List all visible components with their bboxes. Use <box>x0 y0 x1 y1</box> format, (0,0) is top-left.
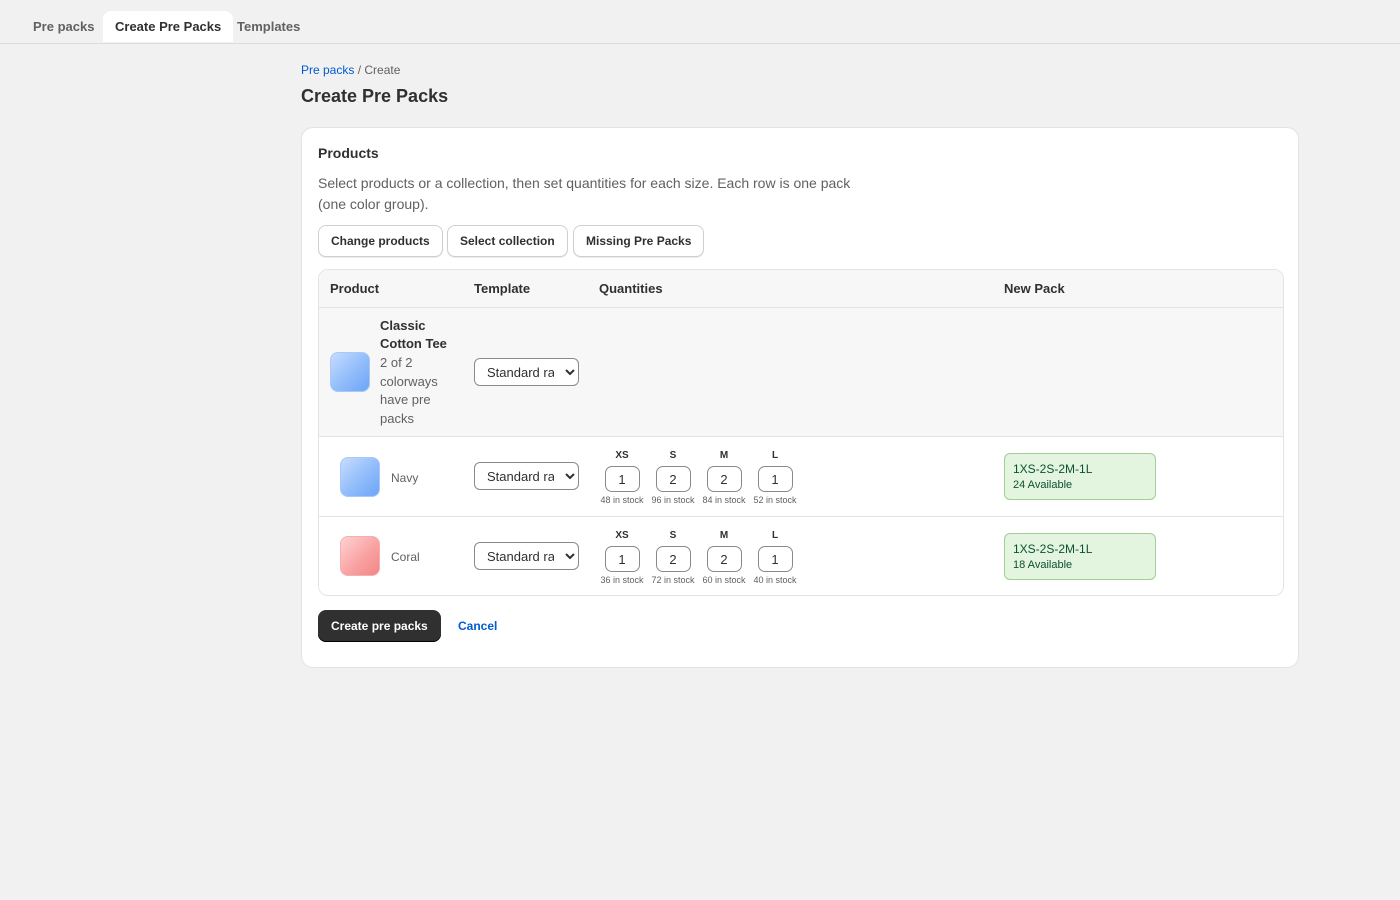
pack-code: 1XS-2S-2M-1L <box>1013 462 1093 476</box>
template-select-parent[interactable]: Standard ratio <box>474 358 579 386</box>
quantity-input-l[interactable] <box>757 546 793 572</box>
products-table: Product Template Quantities New Pack Cla… <box>318 269 1284 596</box>
table-header: Product Template Quantities New Pack <box>319 270 1283 308</box>
header-template: Template <box>474 281 531 296</box>
size-label: S <box>669 450 677 461</box>
quantity-input-m[interactable] <box>706 466 742 492</box>
tab-templates[interactable]: Templates <box>225 11 312 42</box>
quantity-input-s[interactable] <box>655 466 691 492</box>
new-pack-badge-coral: 1XS-2S-2M-1L 18 Available <box>1004 533 1156 580</box>
size-label: XS <box>615 450 629 461</box>
cancel-link[interactable]: Cancel <box>458 619 497 633</box>
qty-s-coral: S 72 in stock <box>648 529 698 585</box>
variant-name: Navy <box>391 471 419 485</box>
stock-count: 84 in stock <box>702 495 746 505</box>
size-label: M <box>719 450 729 461</box>
top-tab-bar: Pre packs Create Pre Packs Templates <box>0 0 1400 44</box>
table-row-variant-navy: Navy Standard ratio XS 48 in stock S 96 … <box>319 437 1283 517</box>
tab-create-pre-packs[interactable]: Create Pre Packs <box>103 11 234 42</box>
stock-count: 40 in stock <box>753 575 797 585</box>
product-name: Classic Cotton Tee <box>380 318 447 351</box>
table-row-parent: Classic Cotton Tee 2 of 2 colorways have… <box>319 308 1283 437</box>
variant-swatch-coral <box>340 536 380 576</box>
card-title: Products <box>318 145 379 161</box>
header-product: Product <box>330 281 380 296</box>
pack-availability: 24 Available <box>1013 479 1073 491</box>
qty-m-navy: M 84 in stock <box>699 449 749 505</box>
header-new-pack: New Pack <box>1004 281 1065 296</box>
qty-xs-coral: XS 36 in stock <box>597 529 647 585</box>
qty-m-coral: M 60 in stock <box>699 529 749 585</box>
table-row-variant-coral: Coral Standard ratio XS 36 in stock S 72… <box>319 517 1283 595</box>
tab-pre-packs[interactable]: Pre packs <box>21 11 106 42</box>
quantity-input-m[interactable] <box>706 546 742 572</box>
stock-count: 60 in stock <box>702 575 746 585</box>
product-colorway-status: 2 of 2 colorways have pre packs <box>380 355 438 426</box>
card-description: Select products or a collection, then se… <box>318 175 851 212</box>
pack-code: 1XS-2S-2M-1L <box>1013 542 1093 556</box>
breadcrumb-separator: / <box>354 63 365 77</box>
quantity-input-s[interactable] <box>655 546 691 572</box>
breadcrumb-link-pre-packs[interactable]: Pre packs <box>301 63 354 77</box>
change-products-button[interactable]: Change products <box>318 225 443 257</box>
qty-xs-navy: XS 48 in stock <box>597 449 647 505</box>
qty-s-navy: S 96 in stock <box>648 449 698 505</box>
products-card: Products Select products or a collection… <box>301 127 1299 668</box>
qty-l-coral: L 40 in stock <box>750 529 800 585</box>
breadcrumb: Pre packs / Create <box>301 63 400 77</box>
stock-count: 96 in stock <box>651 495 695 505</box>
stock-count: 36 in stock <box>600 575 644 585</box>
create-pre-packs-button[interactable]: Create pre packs <box>318 610 441 642</box>
size-label: L <box>771 530 779 541</box>
size-label: L <box>771 450 779 461</box>
select-collection-button[interactable]: Select collection <box>447 225 568 257</box>
quantity-input-xs[interactable] <box>604 466 640 492</box>
new-pack-badge-navy: 1XS-2S-2M-1L 24 Available <box>1004 453 1156 500</box>
pack-availability: 18 Available <box>1013 559 1073 571</box>
stock-count: 72 in stock <box>651 575 695 585</box>
variant-swatch-navy <box>340 457 380 497</box>
size-label: S <box>669 530 677 541</box>
stock-count: 48 in stock <box>600 495 644 505</box>
quantity-input-xs[interactable] <box>604 546 640 572</box>
missing-pre-packs-button[interactable]: Missing Pre Packs <box>573 225 705 257</box>
header-quantities: Quantities <box>599 281 663 296</box>
stock-count: 52 in stock <box>753 495 797 505</box>
product-swatch <box>330 352 370 392</box>
page-title: Create Pre Packs <box>301 86 449 106</box>
size-label: XS <box>615 530 629 541</box>
quantity-input-l[interactable] <box>757 466 793 492</box>
template-select-coral[interactable]: Standard ratio <box>474 542 579 570</box>
size-label: M <box>719 530 729 541</box>
breadcrumb-current: Create <box>364 63 401 77</box>
qty-l-navy: L 52 in stock <box>750 449 800 505</box>
template-select-navy[interactable]: Standard ratio <box>474 462 579 490</box>
variant-name: Coral <box>391 550 420 564</box>
